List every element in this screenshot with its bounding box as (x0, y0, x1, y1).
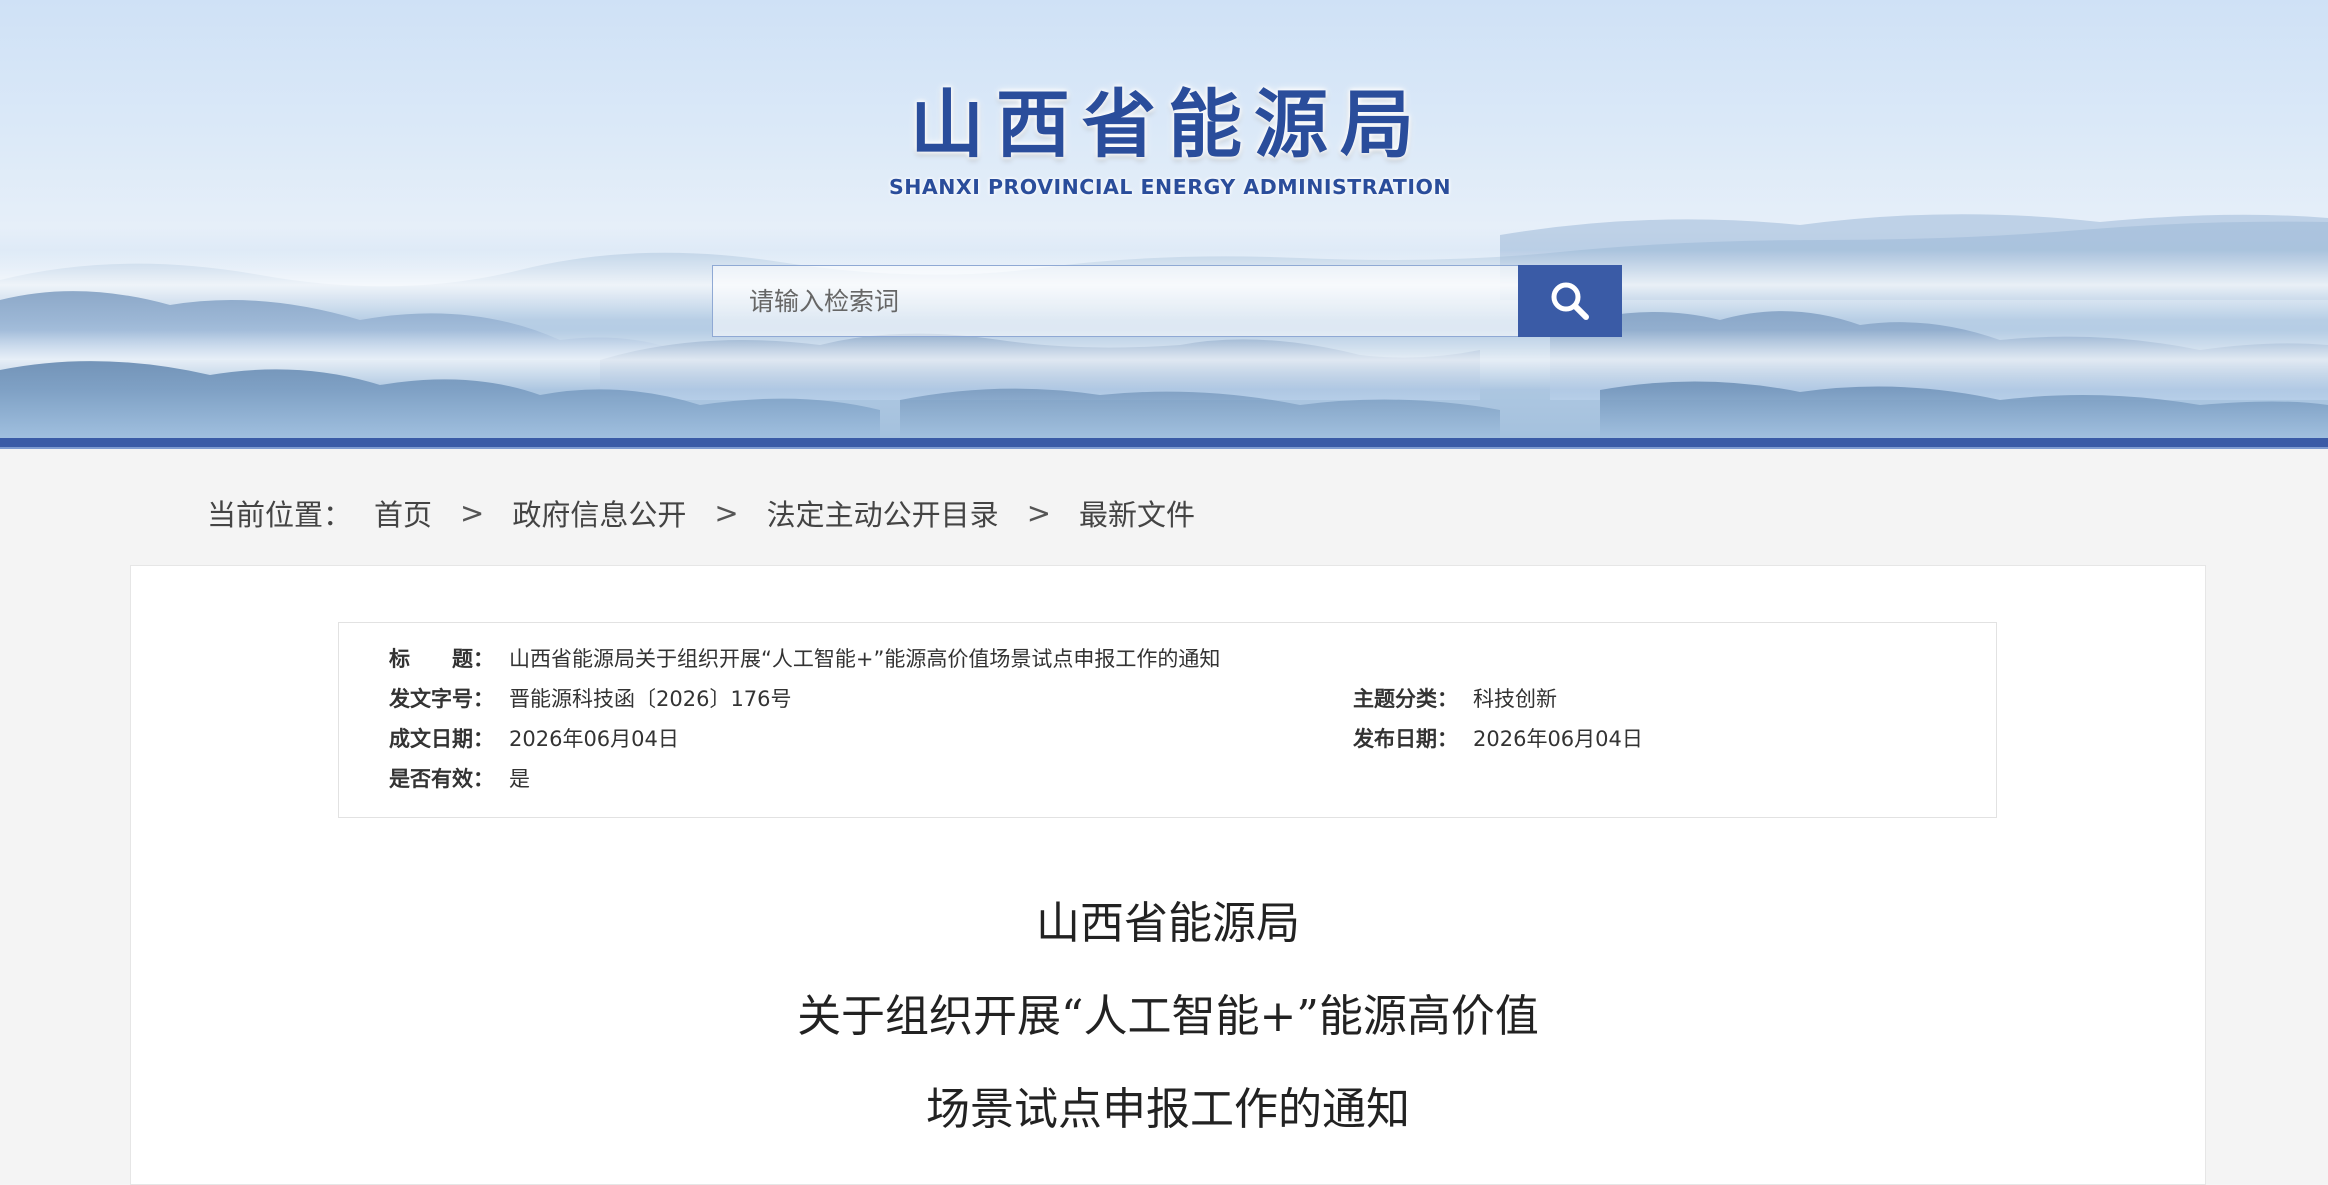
breadcrumb-label: 当前位置： (207, 498, 353, 532)
breadcrumb-item-catalog[interactable]: 法定主动公开目录 (767, 492, 999, 534)
breadcrumb: 当前位置： 首页 > 政府信息公开 > 法定主动公开目录 > 最新文件 (207, 488, 1195, 538)
document-metadata-table: 标 题： 山西省能源局关于组织开展“人工智能+”能源高价值场景试点申报工作的通知… (338, 622, 1997, 818)
breadcrumb-item-gov-info[interactable]: 政府信息公开 (512, 492, 686, 534)
breadcrumb-item-home[interactable]: 首页 (374, 492, 432, 534)
breadcrumb-separator: > (714, 496, 739, 530)
meta-valid-value: 是 (509, 767, 530, 791)
meta-title-label: 标 题： (389, 647, 494, 671)
meta-published-label: 发布日期： (1353, 727, 1458, 751)
meta-created-value: 2026年06月04日 (509, 727, 679, 751)
site-logo-cn[interactable]: 山西省能源局 (908, 80, 1428, 170)
meta-valid-label: 是否有效： (389, 767, 494, 791)
breadcrumb-separator: > (460, 496, 485, 530)
search-input[interactable] (712, 265, 1518, 337)
header-divider (0, 438, 2328, 449)
site-logo-en[interactable]: SHANXI PROVINCIAL ENERGY ADMINISTRATION (880, 172, 1460, 202)
document-title-line-1: 山西省能源局 (1036, 898, 1300, 949)
meta-docno-value: 晋能源科技函〔2026〕176号 (509, 687, 792, 711)
search-bar (712, 265, 1622, 337)
header-banner: 山西省能源局 SHANXI PROVINCIAL ENERGY ADMINIST… (0, 0, 2328, 438)
meta-created-label: 成文日期： (389, 727, 494, 751)
document-title-line-3: 场景试点申报工作的通知 (926, 1084, 1410, 1135)
meta-topic-label: 主题分类： (1353, 687, 1458, 711)
meta-docno-label: 发文字号： (389, 687, 494, 711)
breadcrumb-item-latest[interactable]: 最新文件 (1079, 492, 1195, 534)
search-icon (1551, 282, 1589, 320)
breadcrumb-separator: > (1026, 496, 1051, 530)
meta-topic-value: 科技创新 (1473, 687, 1557, 711)
mountain-scenery (0, 214, 2328, 438)
search-button[interactable] (1518, 265, 1622, 337)
meta-title-value: 山西省能源局关于组织开展“人工智能+”能源高价值场景试点申报工作的通知 (509, 647, 1221, 671)
document-title-line-2: 关于组织开展“人工智能+”能源高价值 (797, 991, 1539, 1042)
meta-row-valid: 是否有效： 是 (339, 761, 1998, 797)
meta-row-title: 标 题： 山西省能源局关于组织开展“人工智能+”能源高价值场景试点申报工作的通知 (339, 641, 1998, 677)
meta-row-dates: 成文日期： 2026年06月04日 发布日期： 2026年06月04日 (339, 721, 1998, 757)
meta-row-docno: 发文字号： 晋能源科技函〔2026〕176号 主题分类： 科技创新 (339, 681, 1998, 717)
meta-published-value: 2026年06月04日 (1473, 727, 1643, 751)
